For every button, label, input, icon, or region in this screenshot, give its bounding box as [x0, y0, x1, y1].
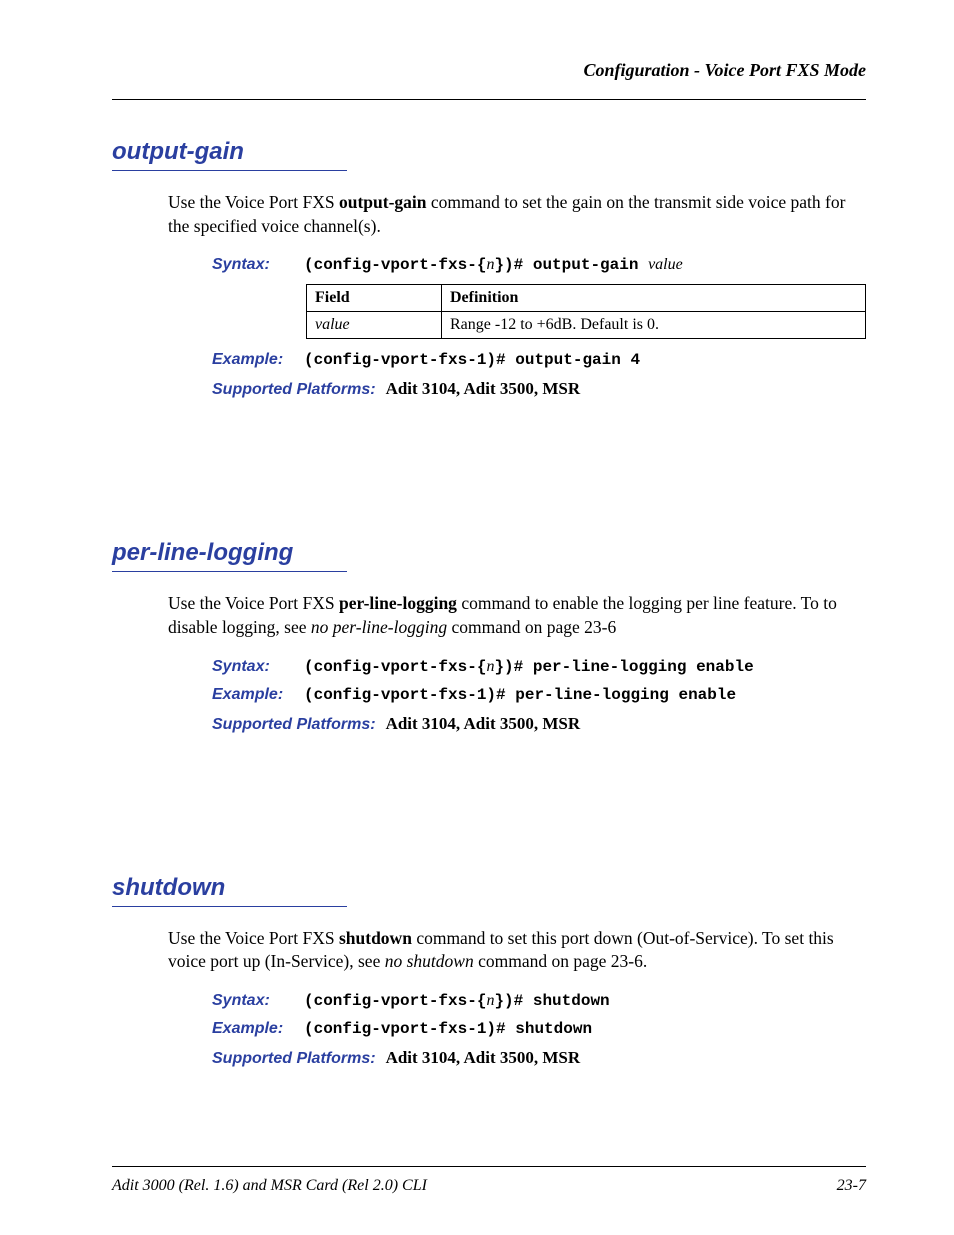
section-title: output-gain: [112, 138, 347, 171]
section-description: Use the Voice Port FXS per-line-logging …: [168, 592, 866, 639]
table-row: value Range -12 to +6dB. Default is 0.: [307, 312, 866, 339]
supported-platforms-value: Adit 3104, Adit 3500, MSR: [386, 714, 581, 733]
page-header: Configuration - Voice Port FXS Mode: [112, 60, 866, 100]
page-content: output-gain Use the Voice Port FXS outpu…: [112, 138, 866, 1166]
syntax-code: (config-vport-fxs-{n})# output-gain valu…: [304, 256, 683, 274]
syntax-label: Syntax:: [212, 658, 304, 676]
syntax-code: (config-vport-fxs-{n})# shutdown: [304, 992, 610, 1010]
syntax-label: Syntax:: [212, 992, 304, 1010]
example-label: Example:: [212, 1020, 304, 1038]
example-code: (config-vport-fxs-1)# per-line-logging e…: [304, 686, 736, 704]
page-footer: Adit 3000 (Rel. 1.6) and MSR Card (Rel 2…: [112, 1166, 866, 1195]
table-header-field: Field: [307, 285, 442, 312]
footer-page-number: 23-7: [837, 1177, 866, 1195]
field-table: Field Definition value Range -12 to +6dB…: [306, 284, 866, 339]
syntax-label: Syntax:: [212, 256, 304, 274]
supported-platforms-row: Supported Platforms: Adit 3104, Adit 350…: [212, 714, 866, 734]
supported-platforms-label: Supported Platforms:: [212, 381, 376, 398]
syntax-row: Syntax: (config-vport-fxs-{n})# shutdown: [212, 992, 866, 1010]
table-cell-definition: Range -12 to +6dB. Default is 0.: [442, 312, 866, 339]
table-header-definition: Definition: [442, 285, 866, 312]
supported-platforms-row: Supported Platforms: Adit 3104, Adit 350…: [212, 1048, 866, 1068]
supported-platforms-label: Supported Platforms:: [212, 716, 376, 733]
syntax-code: (config-vport-fxs-{n})# per-line-logging…: [304, 658, 754, 676]
section-description: Use the Voice Port FXS output-gain comma…: [168, 191, 866, 238]
example-label: Example:: [212, 351, 304, 369]
syntax-row: Syntax: (config-vport-fxs-{n})# per-line…: [212, 658, 866, 676]
example-row: Example: (config-vport-fxs-1)# output-ga…: [212, 351, 866, 369]
syntax-row: Syntax: (config-vport-fxs-{n})# output-g…: [212, 256, 866, 274]
example-code: (config-vport-fxs-1)# shutdown: [304, 1020, 592, 1038]
example-row: Example: (config-vport-fxs-1)# shutdown: [212, 1020, 866, 1038]
example-code: (config-vport-fxs-1)# output-gain 4: [304, 351, 640, 369]
section-per-line-logging: per-line-logging Use the Voice Port FXS …: [112, 539, 866, 733]
example-label: Example:: [212, 686, 304, 704]
section-description: Use the Voice Port FXS shutdown command …: [168, 927, 866, 974]
example-row: Example: (config-vport-fxs-1)# per-line-…: [212, 686, 866, 704]
supported-platforms-value: Adit 3104, Adit 3500, MSR: [386, 379, 581, 398]
footer-left: Adit 3000 (Rel. 1.6) and MSR Card (Rel 2…: [112, 1177, 427, 1195]
section-output-gain: output-gain Use the Voice Port FXS outpu…: [112, 138, 866, 399]
supported-platforms-label: Supported Platforms:: [212, 1050, 376, 1067]
supported-platforms-row: Supported Platforms: Adit 3104, Adit 350…: [212, 379, 866, 399]
section-title: per-line-logging: [112, 539, 347, 572]
table-cell-field: value: [307, 312, 442, 339]
supported-platforms-value: Adit 3104, Adit 3500, MSR: [386, 1048, 581, 1067]
section-title: shutdown: [112, 874, 347, 907]
section-shutdown: shutdown Use the Voice Port FXS shutdown…: [112, 874, 866, 1068]
